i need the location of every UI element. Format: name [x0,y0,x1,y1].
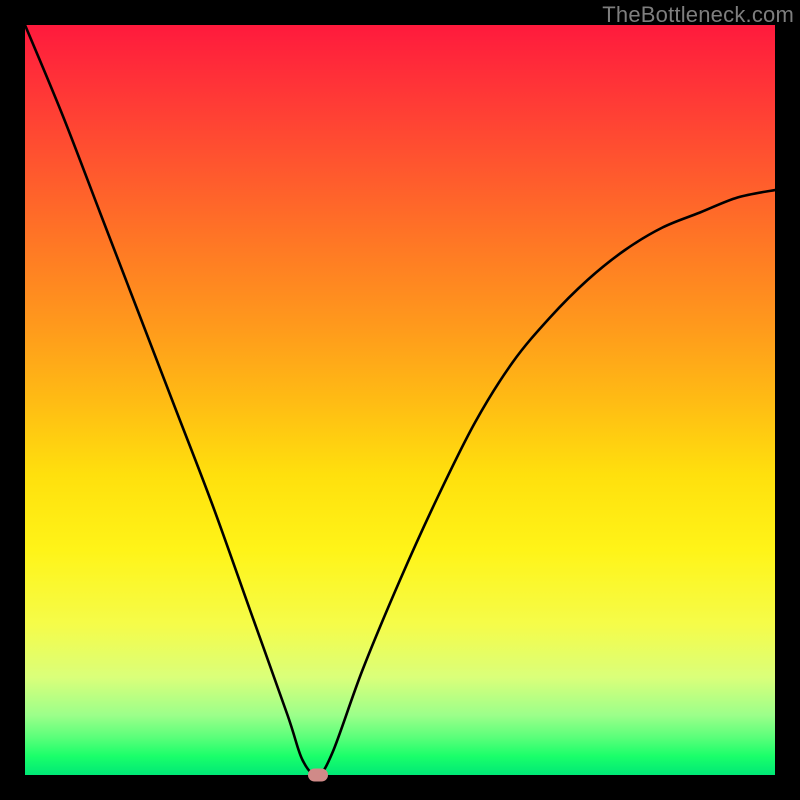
chart-curve-svg [25,25,775,775]
optimum-marker [308,769,328,782]
bottleneck-curve-path [25,25,775,775]
chart-frame [25,25,775,775]
